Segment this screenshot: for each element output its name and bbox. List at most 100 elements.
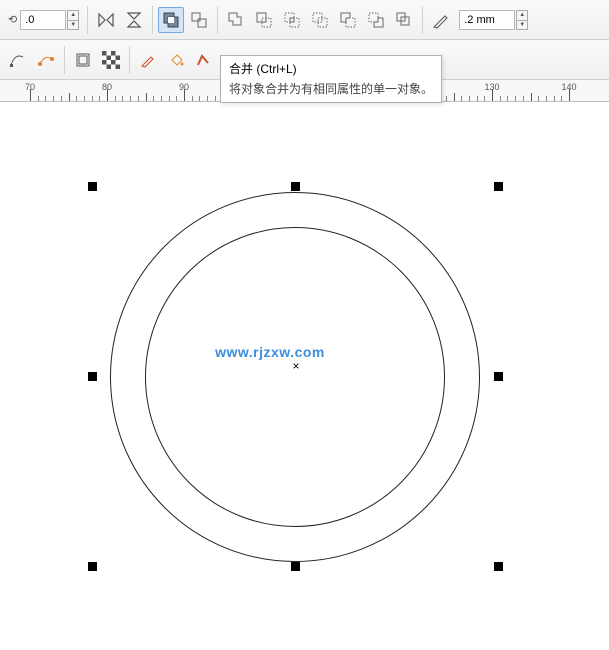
ruler-label: 70	[25, 82, 35, 92]
selection-handle-tl[interactable]	[88, 182, 97, 191]
inner-circle[interactable]	[145, 227, 445, 527]
rotation-group: ⟲ ▲▼	[8, 10, 79, 30]
ruler-tick-minor	[192, 96, 193, 101]
ruler-tick-minor	[446, 96, 447, 101]
ruler-label: 80	[102, 82, 112, 92]
tooltip-description: 将对象合并为有相同属性的单一对象。	[229, 80, 433, 98]
combine-icon	[162, 11, 180, 29]
rotation-spinner[interactable]: ▲▼	[67, 10, 79, 30]
outline-pen-button[interactable]	[428, 7, 454, 33]
weld-icon	[227, 11, 245, 29]
selection-handle-bm[interactable]	[291, 562, 300, 571]
ruler-tick-minor	[507, 96, 508, 101]
intersect-icon	[283, 11, 301, 29]
ruler-tick-minor	[122, 96, 123, 101]
back-minus-front-icon	[367, 11, 385, 29]
ruler-tick-minor	[561, 96, 562, 101]
intersect-button[interactable]	[279, 7, 305, 33]
shape-tool-icon	[9, 51, 27, 69]
selection-handle-mr[interactable]	[494, 372, 503, 381]
ruler-tick-minor	[99, 96, 100, 101]
fill-tool-button[interactable]	[163, 47, 189, 73]
ruler-tick-minor	[215, 96, 216, 101]
eyedropper-button[interactable]	[135, 47, 161, 73]
top-toolbar: ⟲ ▲▼ ▲▼	[0, 0, 609, 40]
ruler-tick-minor	[45, 96, 46, 101]
ruler-tick-minor	[38, 96, 39, 101]
rotation-input[interactable]	[20, 10, 66, 30]
ruler-tick-minor	[138, 96, 139, 101]
outline-icon	[195, 51, 213, 69]
crop-tool-button[interactable]	[70, 47, 96, 73]
rotation-label: ⟲	[8, 13, 17, 26]
mirror-vertical-icon	[125, 11, 143, 29]
tooltip: 合并 (Ctrl+L) 将对象合并为有相同属性的单一对象。	[220, 55, 442, 103]
ruler-tick-minor	[176, 96, 177, 101]
ruler-tick-minor	[84, 96, 85, 101]
ruler-tick-minor	[554, 96, 555, 101]
mirror-vertical-button[interactable]	[121, 7, 147, 33]
selection-center-marker: ×	[292, 359, 299, 373]
outline-width-input[interactable]	[459, 10, 515, 30]
node-tool-button[interactable]	[33, 47, 59, 73]
outline-tool-button[interactable]	[191, 47, 217, 73]
front-minus-back-icon	[339, 11, 357, 29]
transparency-tool-button[interactable]	[98, 47, 124, 73]
ruler-tick-minor	[115, 96, 116, 101]
ruler-tick-minor	[469, 96, 470, 101]
selection-handle-bl[interactable]	[88, 562, 97, 571]
front-minus-back-button[interactable]	[335, 7, 361, 33]
combine-button[interactable]	[158, 7, 184, 33]
mirror-horizontal-button[interactable]	[93, 7, 119, 33]
mirror-horizontal-icon	[97, 11, 115, 29]
ruler-tick-minor	[169, 96, 170, 101]
trim-button[interactable]	[251, 7, 277, 33]
ruler-tick-minor	[53, 96, 54, 101]
separator	[64, 46, 65, 74]
separator	[129, 46, 130, 74]
ruler-tick-minor	[531, 93, 532, 101]
ruler-tick-minor	[199, 96, 200, 101]
back-minus-front-button[interactable]	[363, 7, 389, 33]
ruler-label: 140	[561, 82, 576, 92]
selection-handle-br[interactable]	[494, 562, 503, 571]
ruler-tick-minor	[207, 96, 208, 101]
simplify-icon	[311, 11, 329, 29]
ruler-tick-minor	[69, 93, 70, 101]
selection-handle-ml[interactable]	[88, 372, 97, 381]
ruler-tick-minor	[76, 96, 77, 101]
ruler-label: 90	[179, 82, 189, 92]
shape-tool-button[interactable]	[5, 47, 31, 73]
pen-icon	[432, 11, 450, 29]
ruler-tick-minor	[500, 96, 501, 101]
bucket-icon	[167, 51, 185, 69]
simplify-button[interactable]	[307, 7, 333, 33]
ruler-tick-minor	[461, 96, 462, 101]
ruler-tick-minor	[484, 96, 485, 101]
separator	[152, 6, 153, 34]
outline-spinner[interactable]: ▲▼	[516, 10, 528, 30]
ruler-tick-minor	[546, 96, 547, 101]
ruler-tick-minor	[538, 96, 539, 101]
separator	[87, 6, 88, 34]
separator	[217, 6, 218, 34]
weld-button[interactable]	[223, 7, 249, 33]
ruler-tick-minor	[92, 96, 93, 101]
ruler-tick-minor	[130, 96, 131, 101]
ruler-tick-minor	[523, 96, 524, 101]
canvas[interactable]: www.rjzxw.com ×	[0, 102, 609, 650]
selection-handle-tm[interactable]	[291, 182, 300, 191]
ruler-tick-minor	[454, 93, 455, 101]
tooltip-title: 合并 (Ctrl+L)	[229, 60, 433, 78]
crop-icon	[74, 51, 92, 69]
ruler-tick-minor	[161, 96, 162, 101]
separator	[422, 6, 423, 34]
ruler-tick-minor	[61, 96, 62, 101]
selection-handle-tr[interactable]	[494, 182, 503, 191]
ruler-tick-minor	[153, 96, 154, 101]
break-apart-button[interactable]	[186, 7, 212, 33]
boundary-button[interactable]	[391, 7, 417, 33]
eyedropper-icon	[139, 51, 157, 69]
ruler-tick-minor	[515, 96, 516, 101]
watermark-text: www.rjzxw.com	[215, 344, 325, 360]
